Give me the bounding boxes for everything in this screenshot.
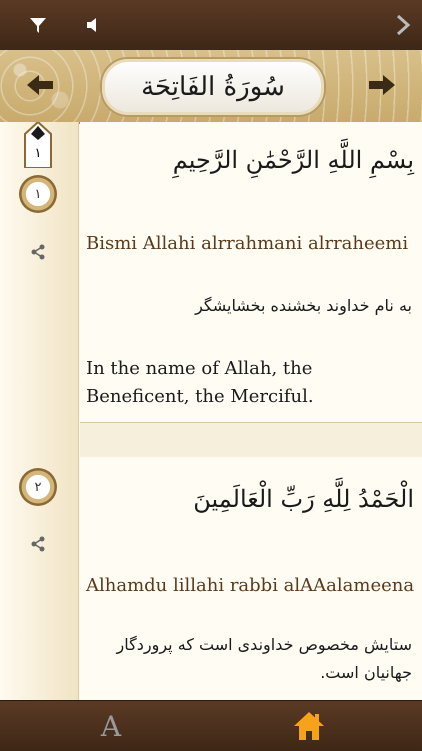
share-icon[interactable] <box>30 244 46 260</box>
verse-number: ٢ <box>34 479 42 495</box>
verse-number: ١ <box>34 186 42 202</box>
filter-icon[interactable] <box>16 0 60 50</box>
transliteration-text: Alhamdu lillahi rabbi alAAalameena <box>86 575 415 596</box>
juz-marker: ١ <box>23 122 53 169</box>
top-toolbar <box>0 0 422 51</box>
font-size-button[interactable]: A <box>94 701 128 751</box>
chevron-right-icon[interactable] <box>384 0 422 50</box>
verse-list[interactable]: ١ ١ ٢ بِسْمِ اللَّهِ الرَّحْمَٰنِ الرَّح… <box>0 122 422 700</box>
persian-translation: به نام خداوند بخشنده بخشایشگر <box>195 296 412 315</box>
surah-title-frame: سُورَةُ الفَاتِحَة <box>100 57 326 117</box>
share-icon[interactable] <box>30 536 46 552</box>
transliteration-text: Bismi Allahi alrrahmani alrraheemi <box>86 233 409 254</box>
home-icon[interactable] <box>292 709 326 743</box>
verse-gutter: ١ ١ ٢ <box>0 122 79 700</box>
verse-number-badge[interactable]: ٢ <box>19 468 57 506</box>
verse-card[interactable]: الْحَمْدُ لِلَّهِ رَبِّ الْعَالَمِينَ Al… <box>80 457 422 700</box>
speaker-icon[interactable] <box>72 0 116 50</box>
juz-number: ١ <box>34 146 42 161</box>
arrow-left-icon[interactable] <box>22 68 58 102</box>
english-translation: In the name of Allah, the Beneficent, th… <box>86 358 314 407</box>
persian-translation: ستایش مخصوص خداوندی است که پروردگار جهان… <box>116 635 412 682</box>
verse-separator <box>80 423 422 457</box>
surah-title: سُورَةُ الفَاتِحَة <box>141 72 285 102</box>
arabic-text: الْحَمْدُ لِلَّهِ رَبِّ الْعَالَمِينَ <box>193 485 414 513</box>
arabic-text: بِسْمِ اللَّهِ الرَّحْمَٰنِ الرَّحِيمِ <box>172 146 414 174</box>
verse-card[interactable]: بِسْمِ اللَّهِ الرَّحْمَٰنِ الرَّحِيمِ B… <box>80 122 422 423</box>
arrow-right-icon[interactable] <box>364 68 400 102</box>
bottom-toolbar: A <box>0 700 422 751</box>
surah-header: سُورَةُ الفَاتِحَة <box>0 50 422 124</box>
verse-number-badge[interactable]: ١ <box>19 175 57 213</box>
